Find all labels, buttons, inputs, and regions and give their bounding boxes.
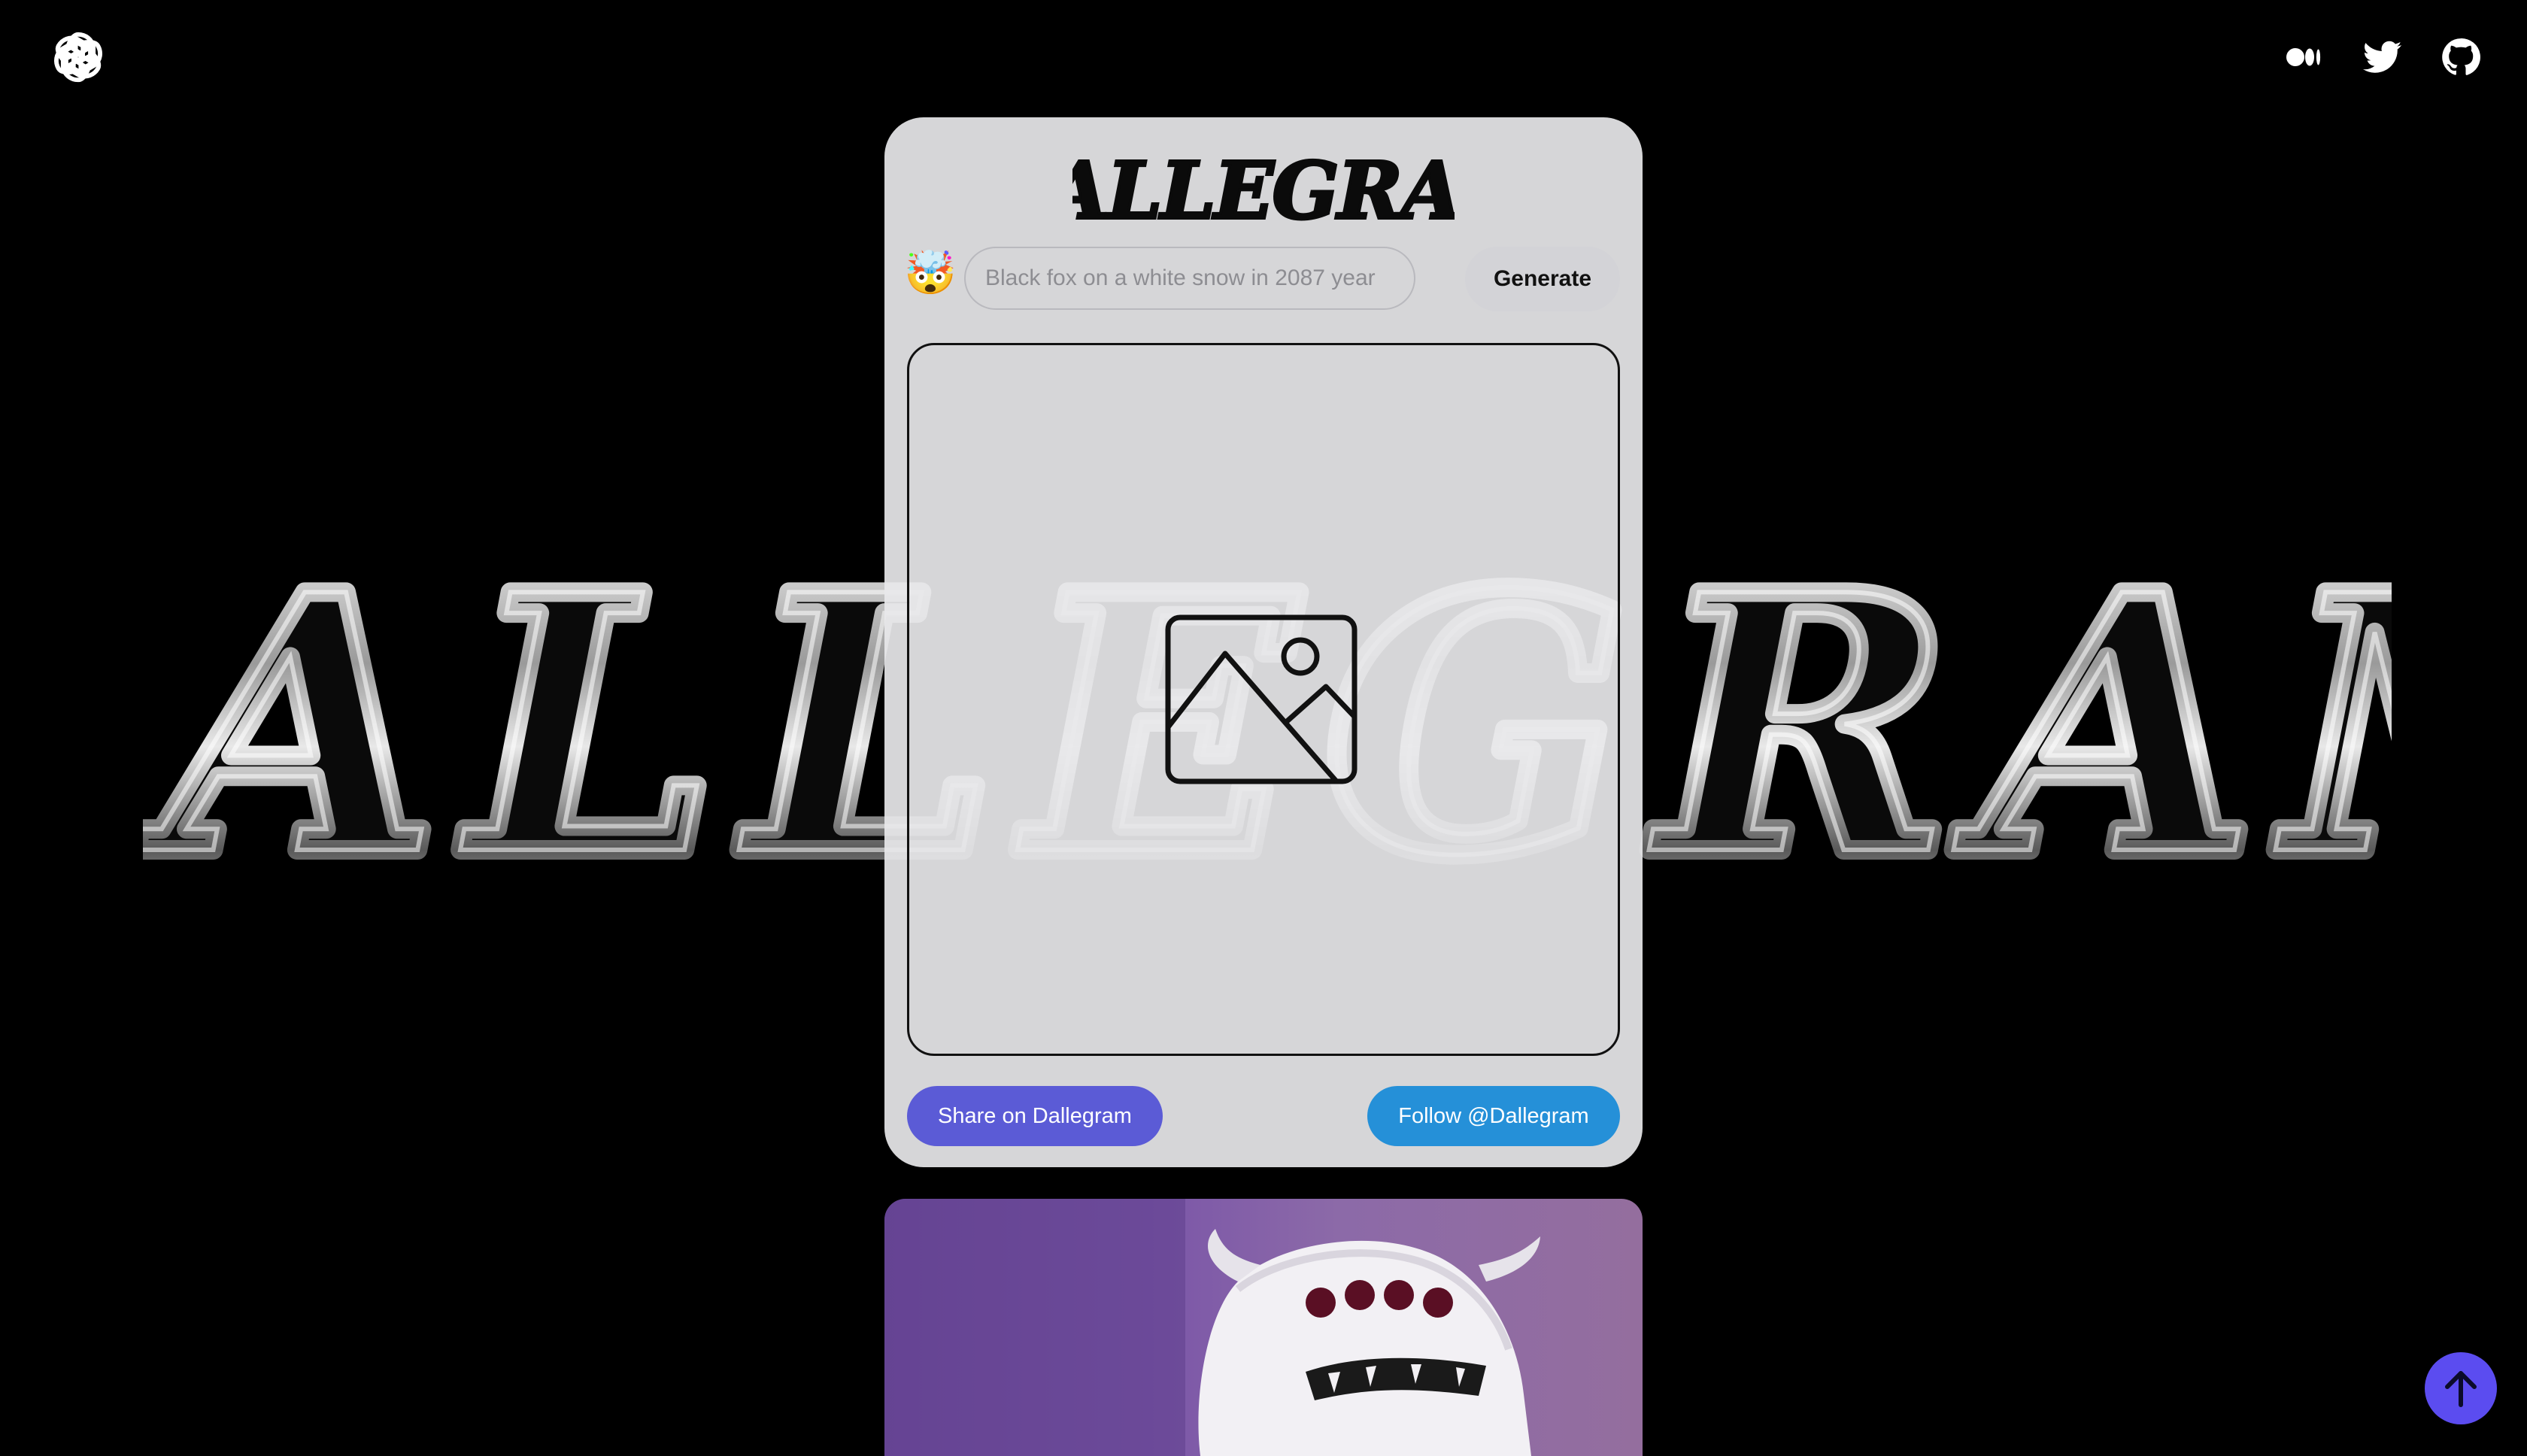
github-icon[interactable] — [2441, 38, 2480, 77]
feed-image[interactable] — [884, 1199, 1643, 1456]
page: DALLEGRAM DALLEGRAM DALLEGRAM 🤯 Generate… — [0, 0, 2527, 1456]
dallegram-logo: DALLEGRAM — [1072, 144, 1455, 235]
monster-illustration — [884, 1199, 1540, 1456]
arrow-up-icon — [2445, 1371, 2477, 1407]
generated-image-frame — [907, 343, 1620, 1056]
follow-button[interactable]: Follow @Dallegram — [1367, 1086, 1620, 1146]
medium-icon[interactable] — [2285, 38, 2324, 77]
avatar-emoji[interactable]: 🤯 — [904, 248, 957, 298]
svg-text:DALLEGRAM: DALLEGRAM — [1072, 144, 1455, 235]
scroll-top-button[interactable] — [2425, 1352, 2497, 1424]
generator-card: DALLEGRAM 🤯 Generate Share on Dallegram … — [884, 117, 1643, 1167]
generate-button[interactable]: Generate — [1465, 247, 1620, 311]
share-button[interactable]: Share on Dallegram — [907, 1086, 1163, 1146]
social-links — [2285, 38, 2480, 77]
openai-logo-icon[interactable] — [47, 26, 110, 89]
image-icon — [1165, 614, 1358, 784]
prompt-input[interactable] — [964, 247, 1415, 310]
twitter-icon[interactable] — [2363, 38, 2402, 77]
